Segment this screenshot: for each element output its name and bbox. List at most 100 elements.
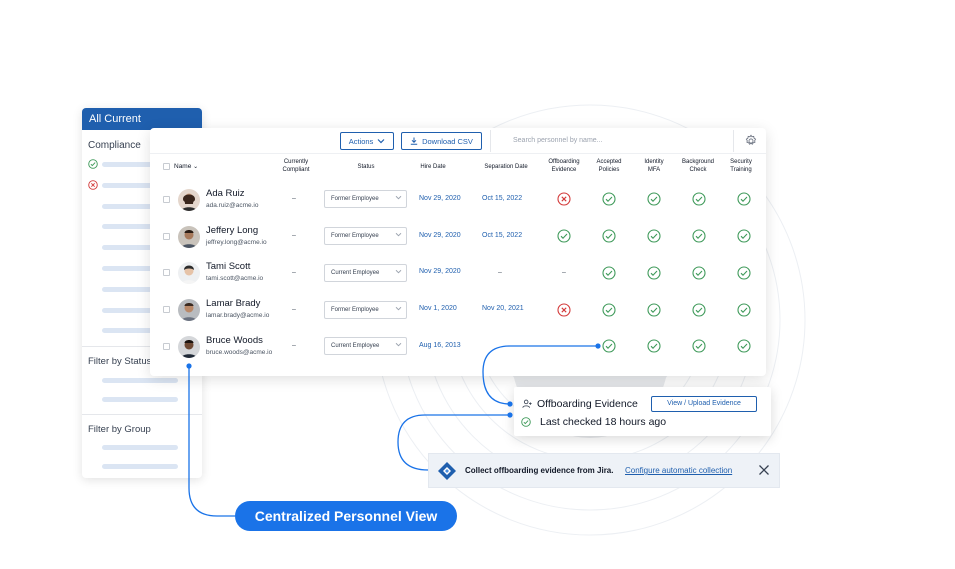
background-header-line2: Check [689,167,707,173]
status-select[interactable]: Former Employee [324,227,407,245]
row-checkbox[interactable] [163,196,170,203]
column-header-status[interactable]: Status [340,163,392,171]
row-checkbox[interactable] [163,306,170,313]
status-select[interactable]: Former Employee [324,301,407,319]
check-circle-icon [692,303,706,317]
download-csv-button[interactable]: Download CSV [401,132,482,150]
avatar [178,189,200,211]
select-all-checkbox[interactable] [163,163,170,170]
status-value: Current Employee [331,270,380,276]
person-name[interactable]: Lamar Brady [206,298,260,309]
chevron-down-icon [395,342,402,347]
row-checkbox[interactable] [163,343,170,350]
evidence-title: Offboarding Evidence [537,398,638,410]
column-header-separation-date[interactable]: Separation Date [476,163,536,171]
separation-date: – [498,269,502,276]
chevron-down-icon [395,269,402,274]
x-circle-icon [88,180,98,190]
separation-date: Oct 15, 2022 [482,232,523,239]
check-circle-icon [737,229,751,243]
check-circle-icon [647,229,661,243]
check-circle-icon [557,229,571,243]
training-header-line2: Training [730,167,752,173]
compliant-value: – [292,269,296,276]
x-circle-icon [557,192,571,206]
jira-logo-icon [438,462,456,480]
skeleton-bar [102,397,178,402]
centralized-personnel-view-callout: Centralized Personnel View [235,501,457,531]
check-circle-icon [647,339,661,353]
filter-all-current[interactable]: All Current [82,108,202,130]
skeleton-bar [102,445,178,450]
noncompliant-filter-option[interactable] [88,180,98,190]
person-name[interactable]: Tami Scott [206,261,250,272]
person-email: tami.scott@acme.io [206,275,264,282]
column-header-hire-date[interactable]: Hire Date [406,163,460,171]
status-select[interactable]: Former Employee [324,190,407,208]
column-header-policies[interactable]: Accepted Policies [584,158,634,174]
configure-collection-link[interactable]: Configure automatic collection [625,466,732,475]
chevron-down-icon [395,306,402,311]
person-name[interactable]: Jeffery Long [206,225,258,236]
search-input[interactable]: Search personnel by name... [490,130,734,152]
person-name[interactable]: Ada Ruiz [206,188,245,199]
compliant-header-line1: Currently [283,159,309,165]
chevron-down-icon [395,232,402,237]
person-email: jeffrey.long@acme.io [206,239,267,246]
person-email: ada.ruiz@acme.io [206,202,259,209]
divider [82,414,202,415]
filter-by-group-label[interactable]: Filter by Group [88,424,151,435]
column-header-mfa[interactable]: Identity MFA [630,158,678,174]
view-upload-evidence-button[interactable]: View / Upload Evidence [651,396,757,412]
separation-date: Oct 15, 2022 [482,195,523,202]
column-header-training[interactable]: Security Training [716,158,766,174]
skeleton-bar [102,464,178,469]
check-circle-icon [602,339,616,353]
check-circle-icon [692,192,706,206]
check-circle-icon [602,303,616,317]
training-header-line1: Security [730,159,752,165]
column-header-name[interactable]: Name ⌄ [174,163,198,171]
status-value: Former Employee [331,233,379,239]
filter-by-status-label[interactable]: Filter by Status [88,356,151,367]
policies-header-line1: Accepted [596,159,622,165]
status-value: Former Employee [331,196,379,202]
check-circle-icon [602,192,616,206]
offboarding-header-line1: Offboarding [548,159,580,165]
close-icon[interactable] [758,464,770,476]
check-circle-icon [647,192,661,206]
skeleton-bar [102,378,178,383]
avatar [178,336,200,358]
download-icon [410,137,418,145]
check-circle-icon [737,339,751,353]
gear-icon[interactable] [744,134,758,148]
column-header-offboarding[interactable]: Offboarding Evidence [538,158,590,174]
user-plus-icon [522,399,532,408]
personnel-table-card: Actions Download CSV Search personnel by… [150,128,766,376]
row-checkbox[interactable] [163,233,170,240]
hire-date: Nov 29, 2020 [419,268,461,275]
person-name[interactable]: Bruce Woods [206,335,263,346]
name-header-label: Name [174,163,192,170]
compliant-value: – [292,232,296,239]
status-select[interactable]: Current Employee [324,264,407,282]
mfa-header-line1: Identity [644,159,664,165]
status-select[interactable]: Current Employee [324,337,407,355]
download-csv-label: Download CSV [422,136,473,146]
row-checkbox[interactable] [163,269,170,276]
table-toolbar: Actions Download CSV Search personnel by… [150,128,766,154]
separation-date: Nov 20, 2021 [482,305,524,312]
chevron-down-icon [395,195,402,200]
status-value: Current Employee [331,343,380,349]
actions-button[interactable]: Actions [340,132,394,150]
check-circle-icon [737,303,751,317]
check-circle-icon [647,303,661,317]
hire-date: Nov 29, 2020 [419,195,461,202]
column-header-compliant[interactable]: Currently Compliant [270,158,322,174]
hire-date: Aug 16, 2013 [419,342,461,349]
background-header-line1: Background [681,159,715,165]
compliant-filter-option[interactable] [88,159,98,169]
compliant-value: – [292,306,296,313]
check-circle-icon [692,266,706,280]
compliant-header-line2: Compliant [282,167,310,173]
